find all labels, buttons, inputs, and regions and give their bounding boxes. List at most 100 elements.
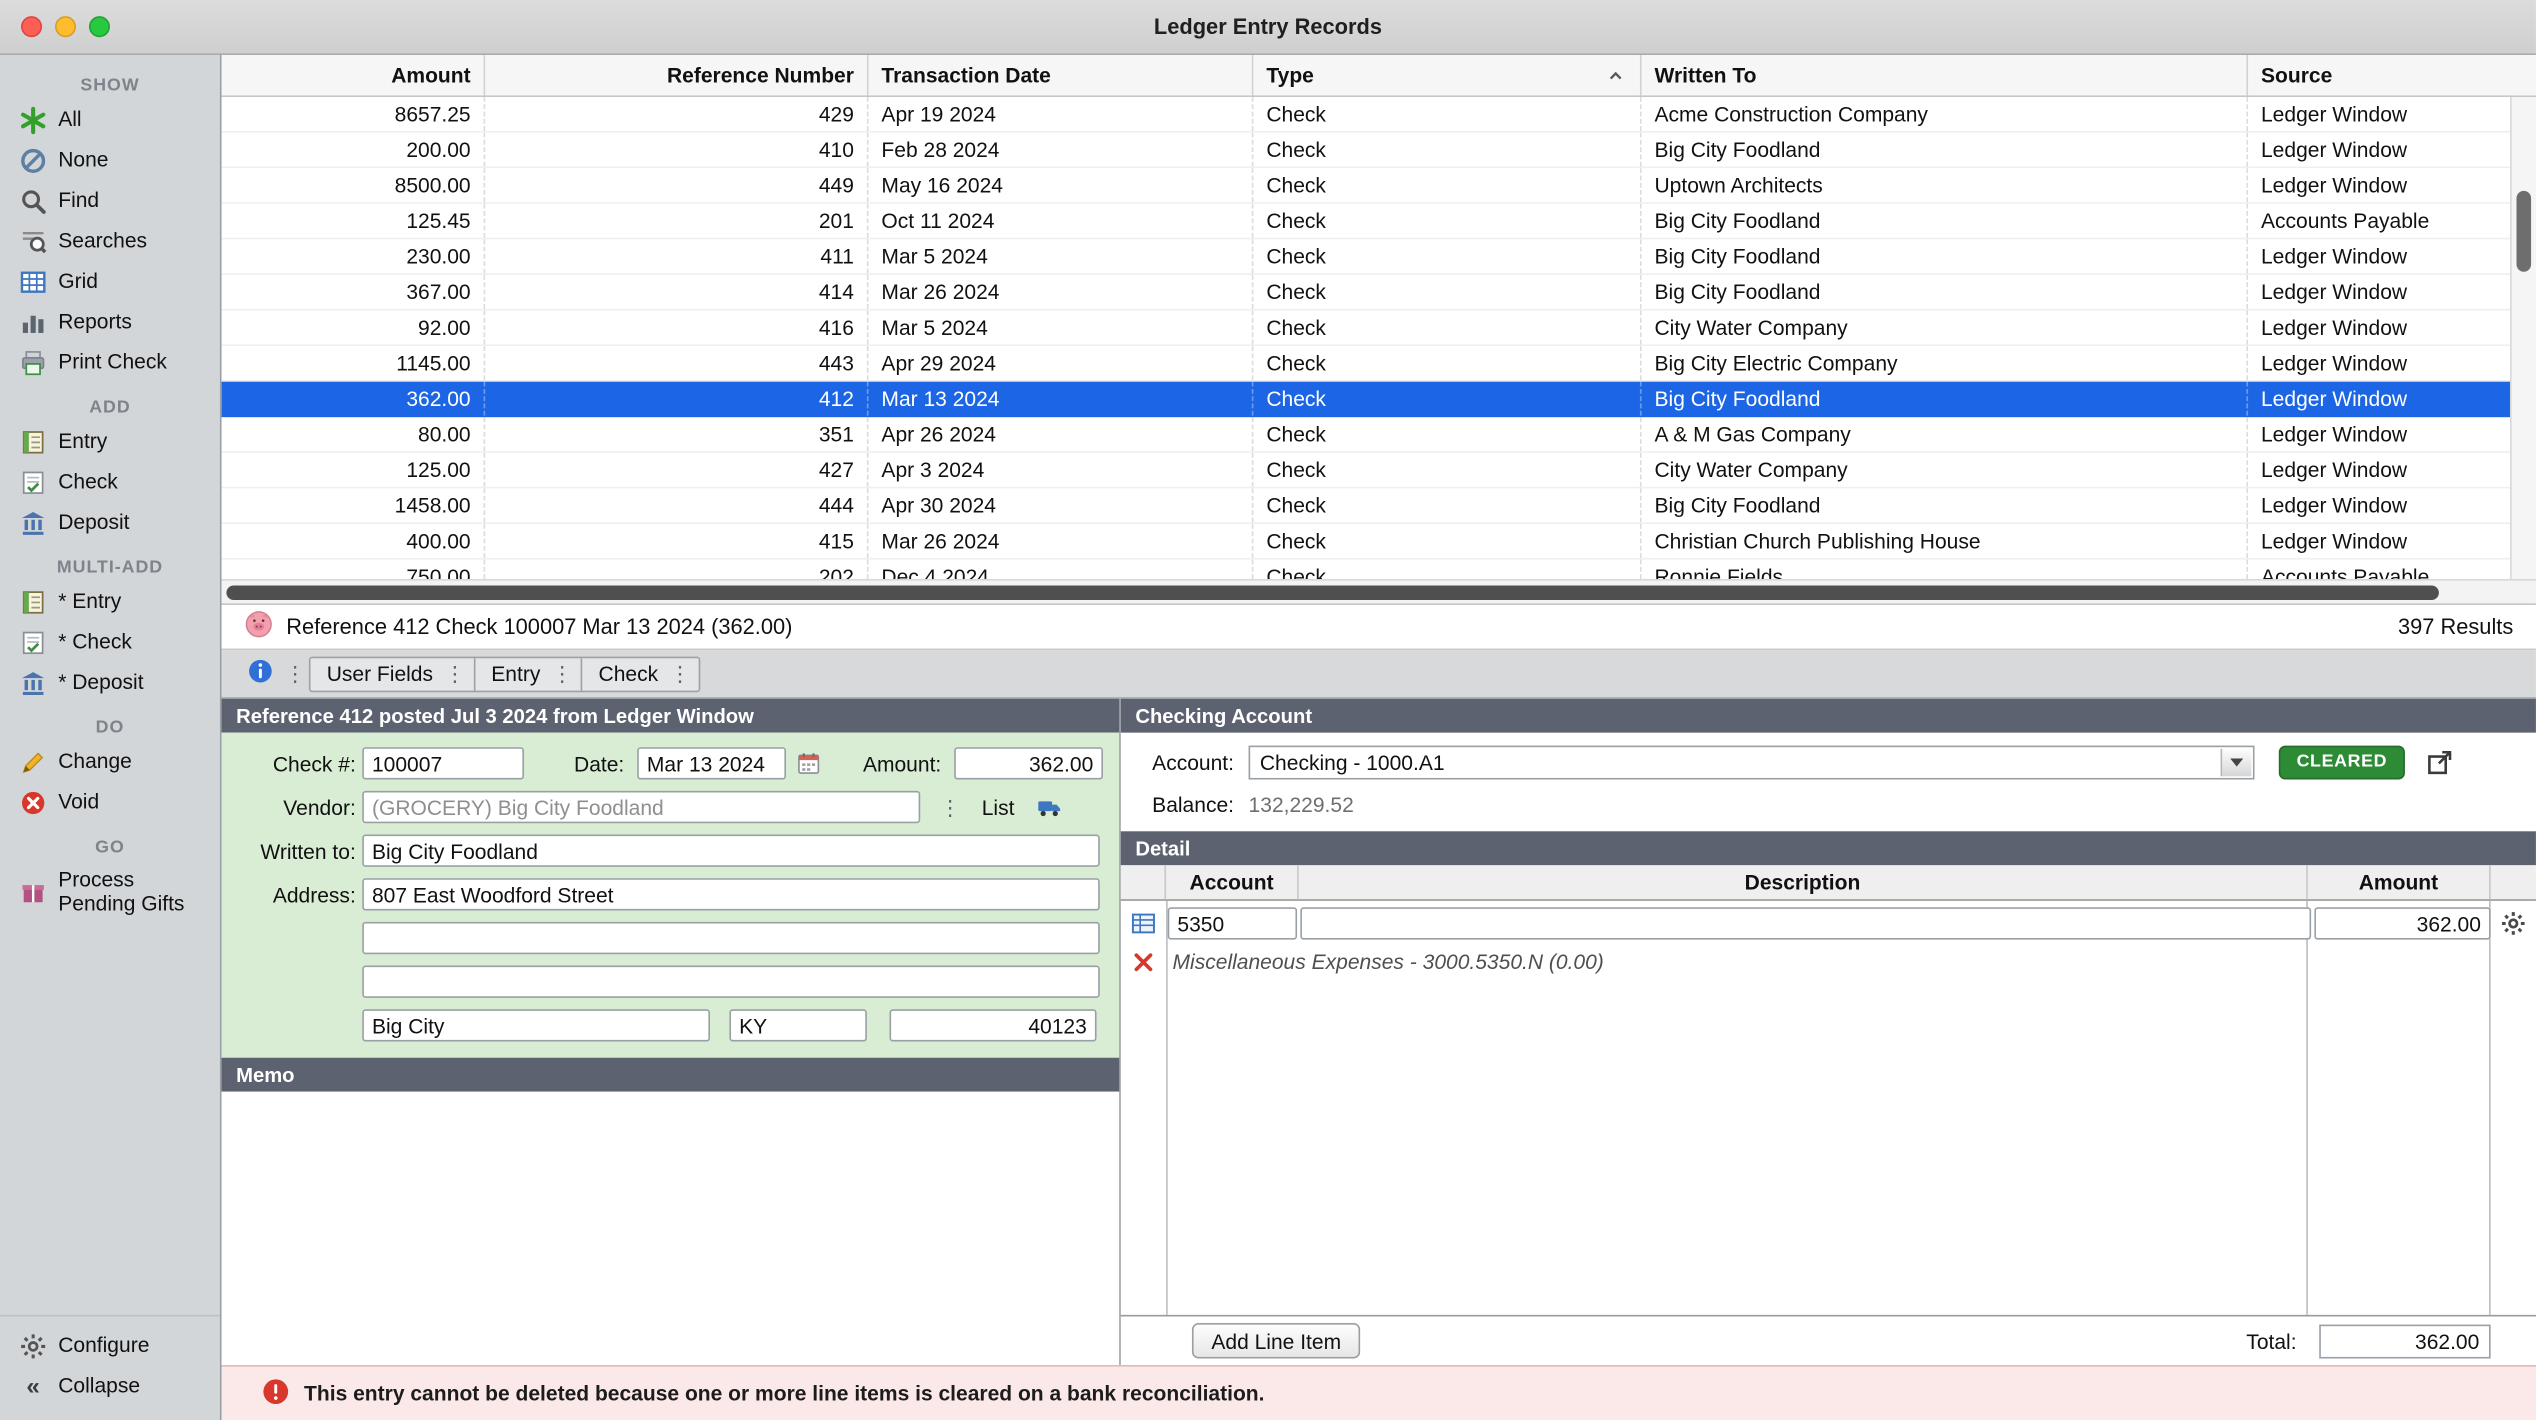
horizontal-scrollbar-thumb[interactable]	[226, 585, 2438, 600]
table-cell: Check	[1253, 133, 1641, 167]
table-cell: Check	[1253, 168, 1641, 202]
table-row[interactable]: 80.00351Apr 26 2024CheckA & M Gas Compan…	[222, 417, 2510, 453]
sidebar-item-multi-check[interactable]: * Check	[0, 623, 220, 663]
column-header-type[interactable]: Type	[1253, 55, 1641, 95]
state-field[interactable]	[729, 1009, 866, 1041]
drag-handle-icon[interactable]: ⋮	[285, 663, 298, 684]
sidebar-item-grid[interactable]: Grid	[0, 262, 220, 302]
total-label: Total:	[2246, 1329, 2296, 1353]
sidebar-item-multi-deposit[interactable]: * Deposit	[0, 663, 220, 703]
total-value: 362.00	[2319, 1324, 2490, 1358]
vendor-field[interactable]	[362, 791, 920, 823]
drag-handle-icon[interactable]: ⋮	[669, 663, 682, 684]
table-row[interactable]: 125.45201Oct 11 2024CheckBig City Foodla…	[222, 204, 2510, 240]
zip-field[interactable]	[890, 1009, 1097, 1041]
minimize-button[interactable]	[55, 16, 76, 37]
line-settings-gear-icon[interactable]	[2491, 911, 2536, 937]
sidebar-item-void[interactable]: Void	[0, 783, 220, 823]
balance-value: 132,229.52	[1249, 793, 1354, 817]
sidebar-item-deposit[interactable]: Deposit	[0, 503, 220, 543]
chevron-down-icon[interactable]	[2221, 749, 2252, 776]
tab-entry[interactable]: Entry ⋮	[475, 657, 582, 689]
address-line1-field[interactable]	[362, 878, 1099, 910]
vertical-scrollbar-thumb[interactable]	[2517, 191, 2532, 272]
tab-check[interactable]: Check ⋮	[582, 657, 698, 689]
calendar-icon[interactable]	[796, 750, 822, 776]
line-account-note-row: Miscellaneous Expenses - 3000.5350.N (0.…	[1121, 943, 2536, 980]
address-line2-field[interactable]	[362, 922, 1099, 954]
sidebar-item-searches[interactable]: Searches	[0, 222, 220, 262]
column-header-transaction-date[interactable]: Transaction Date	[868, 55, 1253, 95]
table-row[interactable]: 750.00202Dec 4 2024CheckRonnie FieldsAcc…	[222, 560, 2510, 579]
amount-field[interactable]	[954, 747, 1103, 779]
line-amount-field[interactable]	[2314, 908, 2490, 940]
open-external-icon[interactable]	[2426, 749, 2453, 776]
account-lookup-icon[interactable]	[1121, 911, 1166, 937]
sidebar-item-none[interactable]: None	[0, 141, 220, 181]
table-cell: Big City Foodland	[1642, 204, 2248, 238]
table-row[interactable]: 1145.00443Apr 29 2024CheckBig City Elect…	[222, 346, 2510, 382]
line-description-field[interactable]	[1300, 908, 2311, 940]
column-header-amount[interactable]: Amount	[222, 55, 486, 95]
table-row[interactable]: 367.00414Mar 26 2024CheckBig City Foodla…	[222, 275, 2510, 311]
add-line-item-button[interactable]: Add Line Item	[1192, 1323, 1361, 1359]
sidebar-item-multi-entry[interactable]: * Entry	[0, 582, 220, 622]
table-row[interactable]: 92.00416Mar 5 2024CheckCity Water Compan…	[222, 311, 2510, 347]
table-cell: Big City Electric Company	[1642, 346, 2248, 380]
info-icon[interactable]	[247, 658, 273, 689]
check-number-field[interactable]	[362, 747, 524, 779]
drag-handle-icon[interactable]: ⋮	[444, 663, 457, 684]
table-row[interactable]: 230.00411Mar 5 2024CheckBig City Foodlan…	[222, 239, 2510, 275]
vendor-menu-icon[interactable]: ⋮	[940, 797, 953, 818]
table-cell: 8500.00	[222, 168, 486, 202]
detail-column-account: Account	[1166, 866, 1299, 900]
table-cell: Uptown Architects	[1642, 168, 2248, 202]
table-cell: Mar 26 2024	[868, 275, 1253, 309]
sidebar-item-print-check[interactable]: Print Check	[0, 343, 220, 383]
table-cell: Ledger Window	[2248, 168, 2510, 202]
table-row[interactable]: 8500.00449May 16 2024CheckUptown Archite…	[222, 168, 2510, 204]
column-header-written-to[interactable]: Written To	[1642, 55, 2248, 95]
account-description-note: Miscellaneous Expenses - 3000.5350.N (0.…	[1166, 950, 1604, 974]
cleared-button[interactable]: CLEARED	[2279, 746, 2405, 780]
written-to-field[interactable]	[362, 835, 1099, 867]
column-header-reference-number[interactable]: Reference Number	[485, 55, 868, 95]
close-button[interactable]	[21, 16, 42, 37]
zoom-button[interactable]	[89, 16, 110, 37]
vendor-list-label[interactable]: List	[982, 795, 1015, 819]
results-count: 397 Results	[2398, 615, 2513, 639]
sidebar-item-configure[interactable]: Configure	[0, 1326, 220, 1366]
sidebar-item-process-pending-gifts[interactable]: Process Pending Gifts	[0, 862, 220, 923]
table-cell: Big City Foodland	[1642, 133, 2248, 167]
sidebar-item-all[interactable]: All	[0, 100, 220, 140]
table-cell: Accounts Payable	[2248, 560, 2510, 579]
address-line3-field[interactable]	[362, 966, 1099, 998]
void-x-icon	[19, 789, 46, 816]
pencil-icon	[19, 749, 46, 776]
sidebar-item-entry[interactable]: Entry	[0, 422, 220, 462]
memo-field[interactable]	[222, 1092, 1120, 1365]
table-cell: 400.00	[222, 524, 486, 558]
sidebar-item-reports[interactable]: Reports	[0, 302, 220, 342]
sidebar-item-find[interactable]: Find	[0, 181, 220, 221]
table-row[interactable]: 125.00427Apr 3 2024CheckCity Water Compa…	[222, 453, 2510, 489]
sidebar-item-check[interactable]: Check	[0, 463, 220, 503]
vertical-scrollbar[interactable]	[2510, 97, 2536, 579]
table-row[interactable]: 400.00415Mar 26 2024CheckChristian Churc…	[222, 524, 2510, 560]
date-field[interactable]	[637, 747, 786, 779]
column-header-source[interactable]: Source	[2248, 55, 2510, 95]
truck-icon[interactable]	[1034, 794, 1066, 820]
drag-handle-icon[interactable]: ⋮	[552, 663, 565, 684]
table-row[interactable]: 200.00410Feb 28 2024CheckBig City Foodla…	[222, 133, 2510, 169]
sidebar-item-collapse[interactable]: « Collapse	[0, 1367, 220, 1407]
line-account-field[interactable]	[1168, 908, 1297, 940]
table-row[interactable]: 8657.25429Apr 19 2024CheckAcme Construct…	[222, 97, 2510, 133]
delete-line-icon[interactable]	[1121, 950, 1166, 973]
sidebar-item-change[interactable]: Change	[0, 742, 220, 782]
horizontal-scrollbar[interactable]	[222, 579, 2536, 603]
tab-user-fields[interactable]: User Fields ⋮	[311, 657, 476, 689]
table-row[interactable]: 362.00412Mar 13 2024CheckBig City Foodla…	[222, 382, 2510, 418]
account-select[interactable]: Checking - 1000.A1	[1249, 746, 2255, 780]
table-row[interactable]: 1458.00444Apr 30 2024CheckBig City Foodl…	[222, 488, 2510, 524]
city-field[interactable]	[362, 1009, 710, 1041]
